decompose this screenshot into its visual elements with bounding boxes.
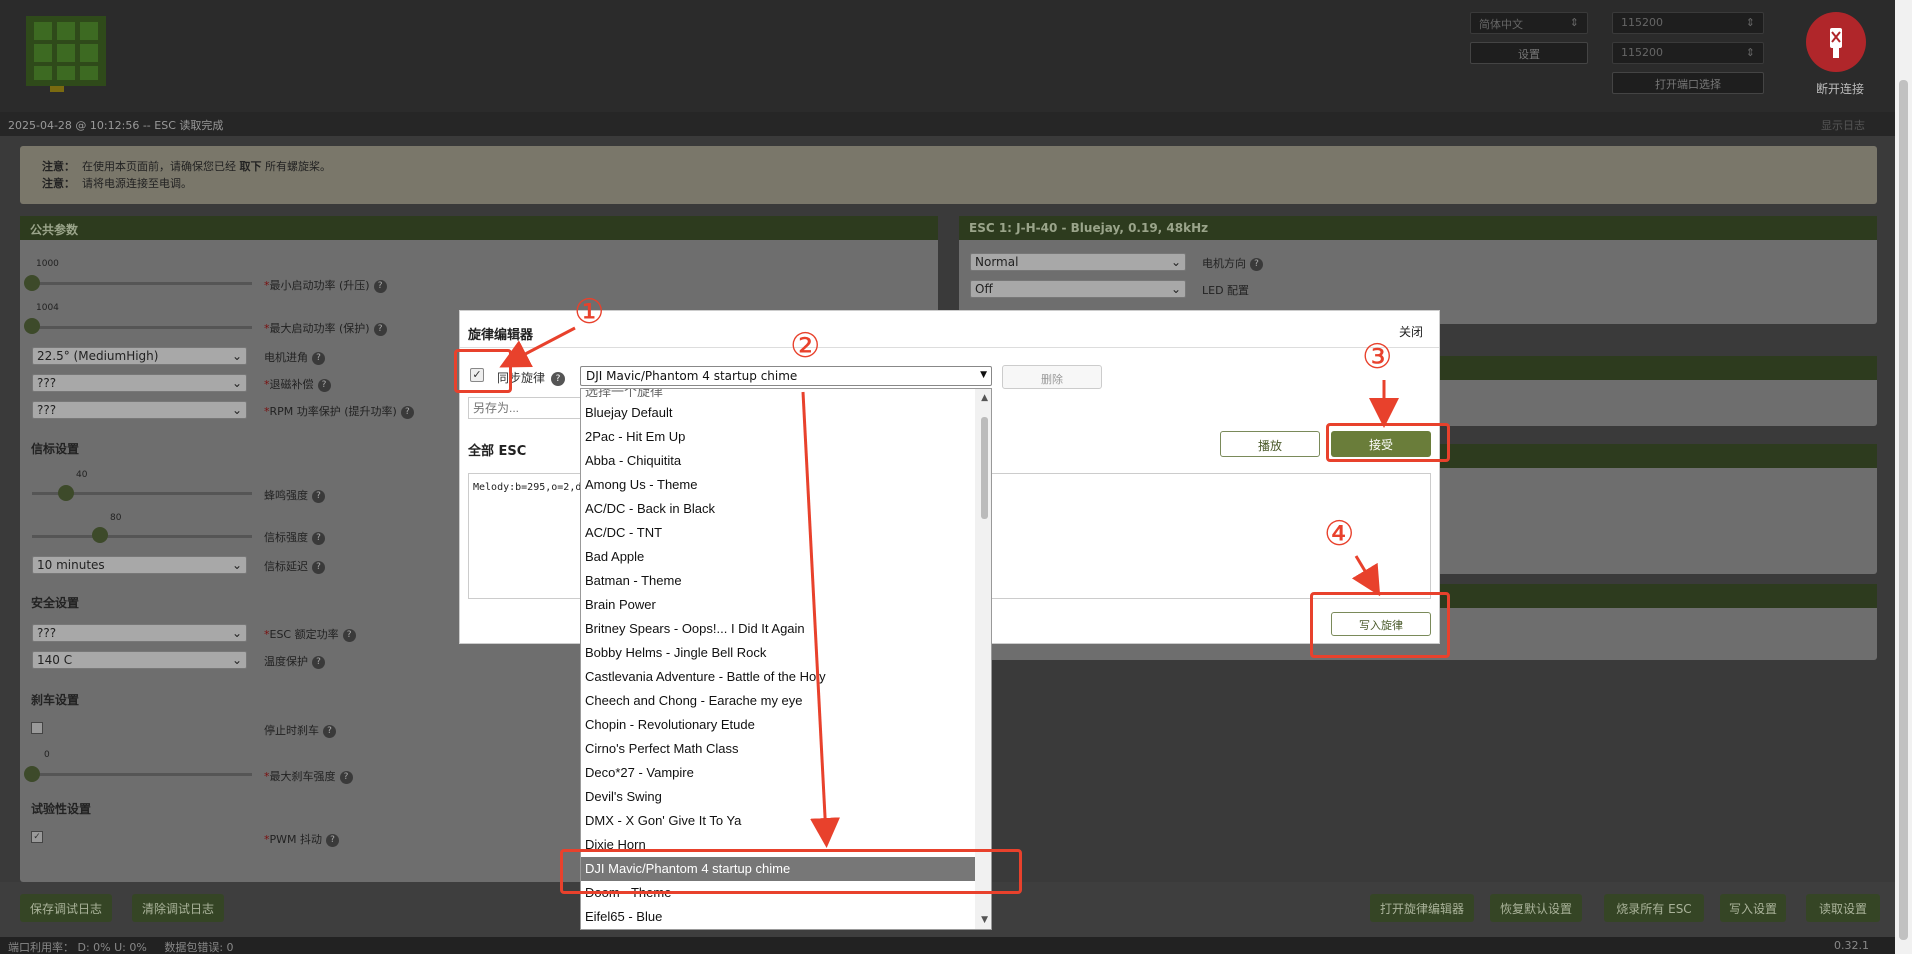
annotation-arrow-1: [499, 326, 576, 368]
annotation-arrow-4: [1351, 555, 1381, 597]
annotation-arrows: [499, 326, 1399, 848]
annotation-arrow-2: [801, 391, 841, 848]
